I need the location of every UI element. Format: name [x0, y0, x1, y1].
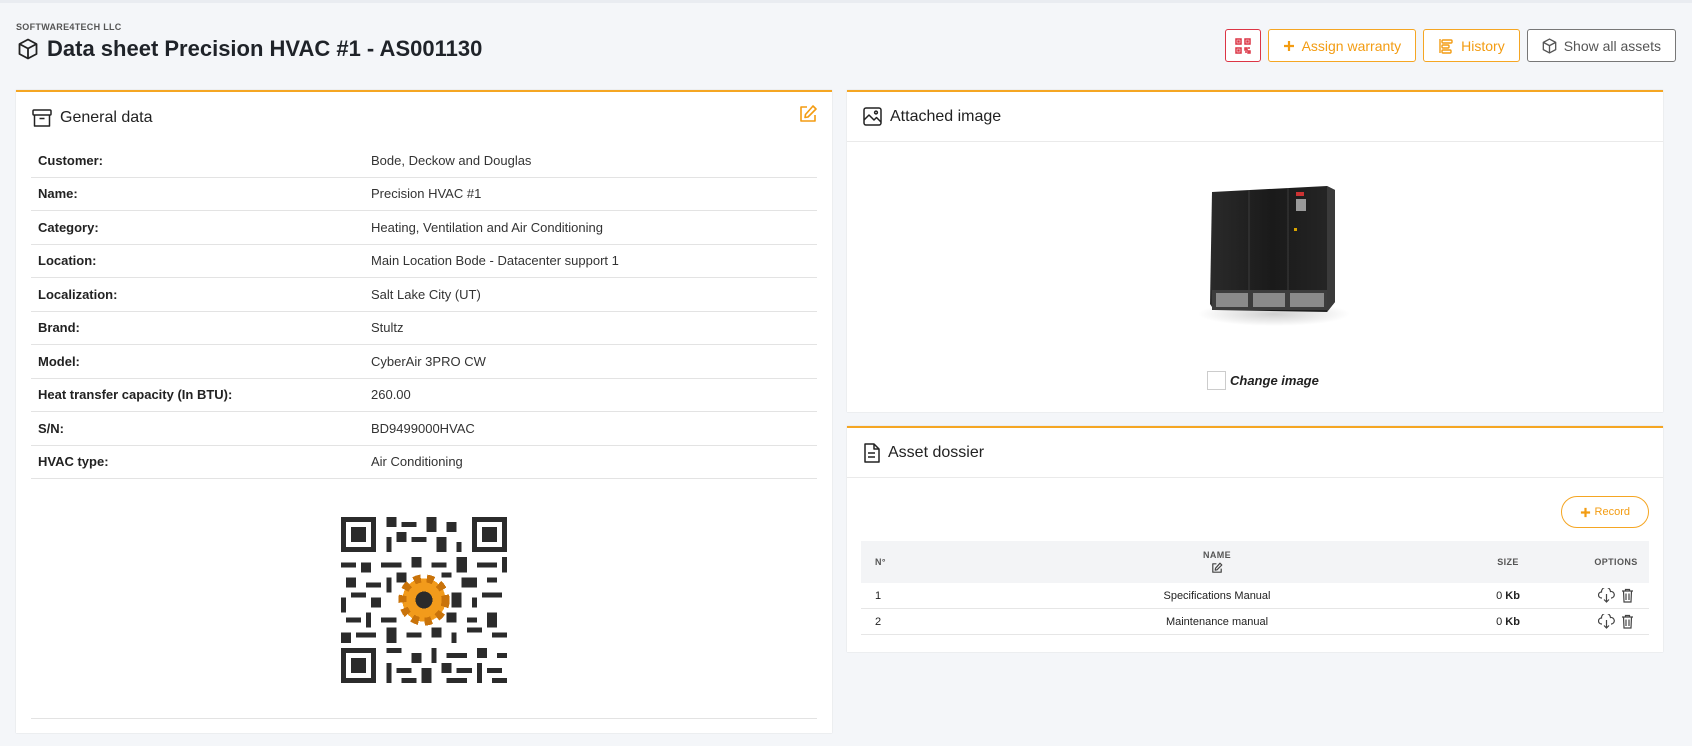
attached-image-title: Attached image	[890, 107, 1002, 125]
row-number: 1	[875, 589, 882, 602]
asset-dossier-card: Asset dossier Record N° NAME SIZE OPTION…	[847, 426, 1663, 652]
field-value: Precision HVAC #1	[371, 186, 482, 202]
list-item: Model: CyberAir 3PRO CW	[31, 345, 817, 379]
general-data-list: Customer: Bode, Deckow and Douglas Name: P…	[31, 144, 817, 479]
edit-icon[interactable]	[1211, 562, 1223, 574]
show-all-assets-label: Show all assets	[1563, 37, 1661, 54]
change-image-control[interactable]: Change image	[1207, 371, 1319, 390]
table-row: 2 Maintenance manual 0 Kb	[861, 609, 1649, 635]
row-size-unit: Kb	[1505, 615, 1520, 628]
toolbar: Assign warranty History Show all assets	[1224, 29, 1676, 62]
cloud-download-icon[interactable]	[1598, 588, 1615, 603]
asset-dossier-header: Asset dossier	[847, 428, 1663, 478]
field-value: CyberAir 3PRO CW	[371, 353, 486, 369]
history-label: History	[1461, 37, 1505, 54]
row-size-value: 0	[1496, 615, 1503, 628]
cube-icon	[1542, 37, 1557, 54]
field-label: Heat transfer capacity (In BTU):	[38, 387, 233, 403]
company-name: SOFTWARE4TECH LLC	[16, 22, 122, 32]
plus-icon	[1580, 507, 1591, 518]
field-label: Model:	[38, 353, 80, 369]
history-button[interactable]: History	[1423, 29, 1520, 62]
asset-dossier-title: Asset dossier	[888, 443, 985, 461]
assign-warranty-button[interactable]: Assign warranty	[1267, 29, 1417, 62]
row-size-value: 0	[1496, 589, 1503, 602]
field-label: Localization:	[38, 286, 118, 302]
row-options	[1583, 614, 1649, 629]
change-image-checkbox[interactable]	[1207, 371, 1226, 390]
asset-qr-code	[341, 517, 507, 683]
document-icon	[863, 442, 880, 463]
list-item: Brand: Stultz	[31, 312, 817, 345]
field-label: HVAC type:	[38, 454, 109, 470]
trash-icon[interactable]	[1621, 614, 1634, 629]
column-header-size: SIZE	[1497, 557, 1519, 567]
field-label: Name:	[38, 186, 78, 202]
image-area: Change image	[847, 142, 1663, 412]
list-item: Localization: Salt Lake City (UT)	[31, 278, 817, 312]
field-value: 260.00	[371, 387, 411, 403]
field-value: Main Location Bode - Datacenter support …	[371, 253, 619, 269]
hvac-unit-image	[1198, 186, 1350, 326]
top-divider	[0, 0, 1692, 3]
image-icon	[863, 107, 882, 126]
table-header: N° NAME SIZE OPTIONS	[861, 541, 1649, 583]
list-timeline-icon	[1438, 38, 1454, 54]
cube-icon	[18, 38, 38, 60]
column-header-number: N°	[875, 557, 886, 567]
general-data-header: General data	[16, 92, 832, 144]
row-number: 2	[875, 615, 882, 628]
column-header-options: OPTIONS	[1594, 557, 1638, 567]
field-label: S/N:	[38, 420, 64, 436]
row-name: Specifications Manual	[1163, 589, 1271, 602]
add-record-label: Record	[1594, 506, 1630, 518]
change-image-label: Change image	[1230, 373, 1319, 388]
list-item: Location: Main Location Bode - Datacenter…	[31, 245, 817, 278]
list-item: HVAC type: Air Conditioning	[31, 446, 817, 479]
list-item: Name: Precision HVAC #1	[31, 178, 817, 211]
row-options	[1583, 588, 1649, 603]
field-value: Salt Lake City (UT)	[371, 286, 481, 302]
field-label: Location:	[38, 253, 97, 269]
plus-icon	[1283, 40, 1295, 52]
archive-icon	[32, 108, 52, 128]
show-all-assets-button[interactable]: Show all assets	[1526, 29, 1676, 62]
row-name: Maintenance manual	[1165, 615, 1269, 628]
general-data-title: General data	[60, 109, 153, 126]
column-header-name-label: NAME	[1202, 550, 1232, 560]
row-size: 0 Kb	[1433, 616, 1583, 628]
field-value: Stultz	[371, 320, 404, 336]
field-label: Brand:	[38, 320, 80, 336]
attached-image-card: Attached image Change image	[847, 90, 1663, 412]
list-item: S/N: BD9499000HVAC	[31, 412, 817, 446]
edit-icon[interactable]	[798, 104, 818, 129]
list-item: Category: Heating, Ventilation and Air Co…	[31, 211, 817, 245]
general-data-card: General data Customer: Bode, Deckow and D…	[16, 90, 832, 733]
qr-code-icon	[1234, 37, 1251, 54]
field-value: Air Conditioning	[371, 454, 463, 470]
assign-warranty-label: Assign warranty	[1301, 37, 1402, 54]
field-label: Category:	[38, 219, 99, 235]
field-value: BD9499000HVAC	[371, 420, 475, 436]
field-label: Customer:	[38, 152, 104, 168]
qr-code-button[interactable]	[1224, 29, 1261, 62]
list-item: Heat transfer capacity (In BTU): 260.00	[31, 379, 817, 412]
row-size-unit: Kb	[1505, 589, 1520, 602]
page-title-text: Data sheet Precision HVAC #1 - AS001130	[47, 36, 483, 61]
trash-icon[interactable]	[1621, 588, 1634, 603]
add-record-button[interactable]: Record	[1560, 496, 1649, 528]
field-value: Bode, Deckow and Douglas	[371, 152, 532, 168]
cloud-download-icon[interactable]	[1598, 614, 1615, 629]
dossier-table: N° NAME SIZE OPTIONS 1 Specifications Ma…	[861, 541, 1649, 635]
row-size: 0 Kb	[1433, 590, 1583, 602]
list-item: Customer: Bode, Deckow and Douglas	[31, 144, 817, 178]
table-row: 1 Specifications Manual 0 Kb	[861, 583, 1649, 609]
page-title: Data sheet Precision HVAC #1 - AS001130	[18, 36, 482, 62]
column-header-name: NAME	[1001, 550, 1433, 574]
card-divider	[31, 718, 817, 719]
field-value: Heating, Ventilation and Air Conditionin…	[371, 219, 603, 235]
attached-image-header: Attached image	[847, 92, 1663, 142]
